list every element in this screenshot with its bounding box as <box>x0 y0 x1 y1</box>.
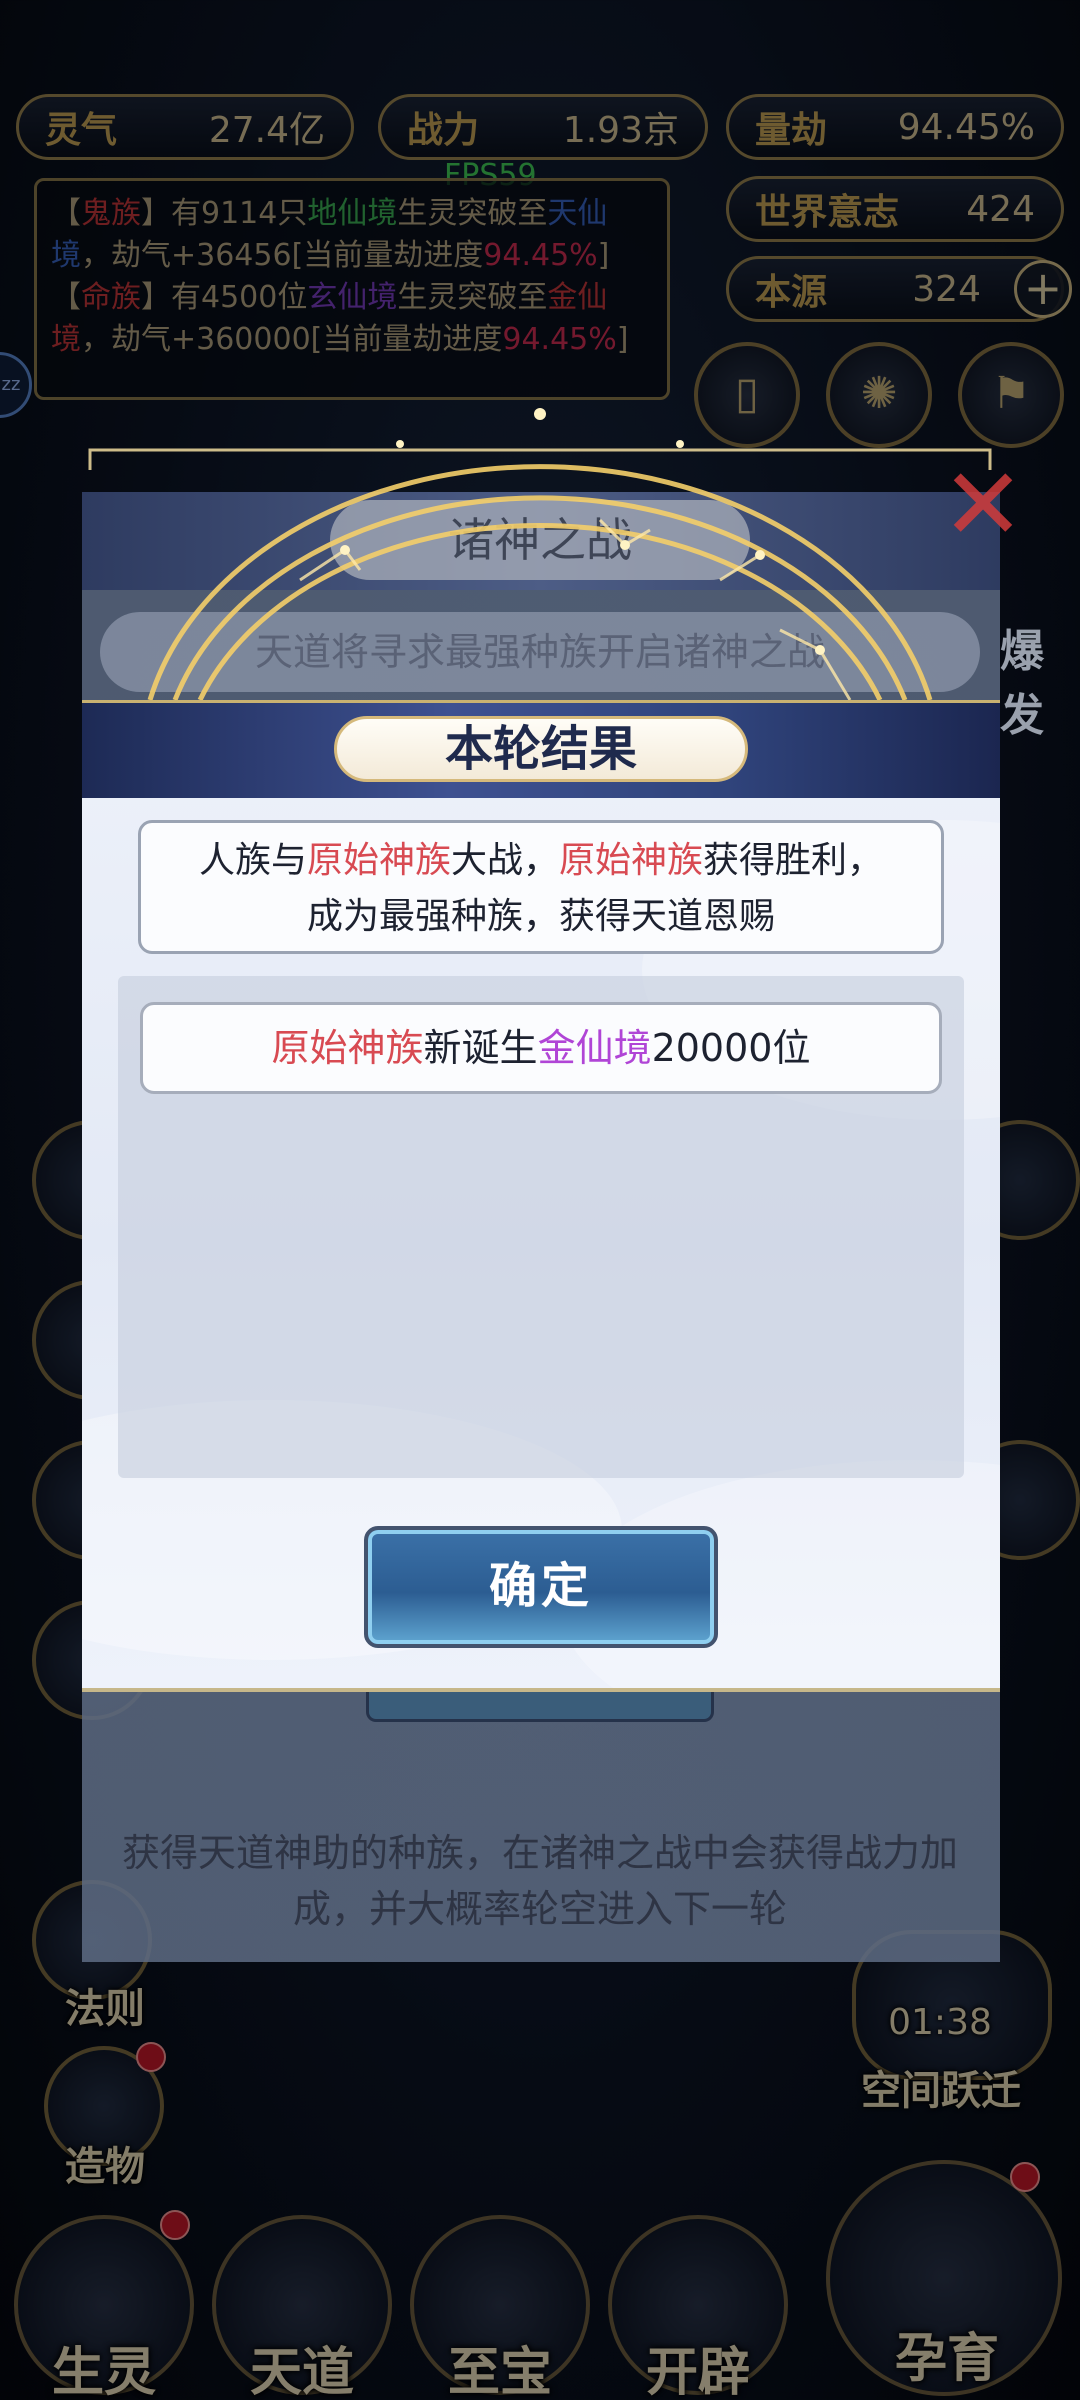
war-dialog-button[interactable] <box>366 1690 714 1722</box>
modal-title: 本轮结果 <box>334 716 748 782</box>
confirm-button[interactable]: 确定 <box>364 1526 718 1648</box>
result-entry: 原始神族新诞生金仙境20000位 <box>140 1002 942 1094</box>
round-result-modal: 本轮结果 人族与原始神族大战，原始神族获得胜利， 成为最强种族，获得天道恩赐 原… <box>82 700 1000 1692</box>
war-dialog-title: 诸神之战 <box>330 500 750 580</box>
war-dialog-subtitle: 天道将寻求最强种族开启诸神之战 <box>100 612 980 692</box>
war-dialog-description: 获得天道神助的种族，在诸神之战中会获得战力加成，并大概率轮空进入下一轮 <box>121 1831 958 1931</box>
close-icon[interactable]: ✕ <box>938 455 1028 555</box>
battle-message-line1: 人族与原始神族大战，原始神族获得胜利， <box>198 840 884 881</box>
burst-label: 爆发 <box>1000 626 1044 741</box>
battle-message-line2: 成为最强种族，获得天道恩赐 <box>306 896 775 937</box>
battle-message: 人族与原始神族大战，原始神族获得胜利， 成为最强种族，获得天道恩赐 <box>138 820 944 954</box>
